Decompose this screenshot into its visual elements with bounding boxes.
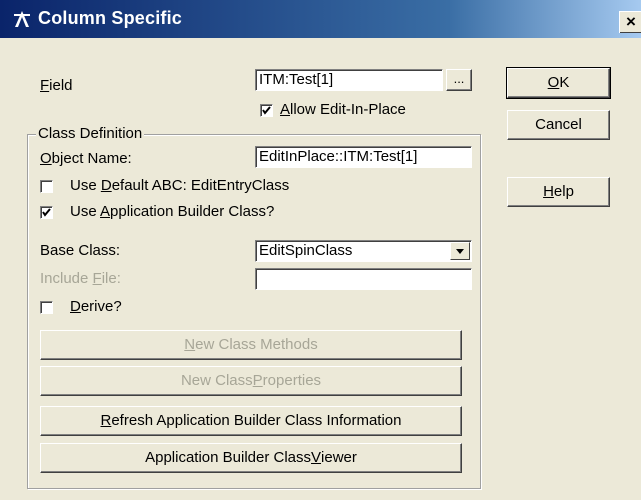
close-button[interactable]: × xyxy=(619,11,641,33)
allow-edit-checkbox[interactable] xyxy=(260,104,273,117)
derive-label: Derive? xyxy=(70,298,122,315)
field-label: Field xyxy=(40,77,73,94)
ok-button[interactable]: OK xyxy=(506,67,611,99)
class-viewer-button[interactable]: Application Builder Class Viewer xyxy=(40,443,462,473)
base-class-select[interactable]: EditSpinClass xyxy=(255,240,472,262)
use-app-builder-label: Use Application Builder Class? xyxy=(70,203,275,220)
object-name-input[interactable]: EditInPlace::ITM:Test[1] xyxy=(255,146,472,168)
include-file-label: Include File: xyxy=(40,270,121,287)
help-button[interactable]: Help xyxy=(507,177,610,207)
refresh-class-info-button[interactable]: Refresh Application Builder Class Inform… xyxy=(40,406,462,436)
class-definition-label: Class Definition xyxy=(36,125,145,142)
new-class-properties-button[interactable]: New Class Properties xyxy=(40,366,462,396)
use-app-builder-checkbox[interactable] xyxy=(40,206,53,219)
field-browse-button[interactable]: ... xyxy=(446,69,472,91)
use-default-abc-label: Use Default ABC: EditEntryClass xyxy=(70,177,290,194)
include-file-input[interactable] xyxy=(255,268,472,290)
base-class-label: Base Class: xyxy=(40,242,121,259)
window-title: Column Specific xyxy=(38,8,183,28)
new-class-methods-button[interactable]: New Class Methods xyxy=(40,330,462,360)
close-icon: × xyxy=(626,12,636,31)
object-name-label: Object Name: xyxy=(40,150,132,167)
cancel-button[interactable]: Cancel xyxy=(507,110,610,140)
app-icon xyxy=(14,11,30,27)
dropdown-arrow-icon[interactable] xyxy=(450,242,470,260)
field-input[interactable]: ITM:Test[1] xyxy=(255,69,443,91)
use-default-abc-checkbox[interactable] xyxy=(40,180,53,193)
derive-checkbox[interactable] xyxy=(40,301,53,314)
allow-edit-label: Allow Edit-In-Place xyxy=(280,101,406,118)
title-bar: Column Specific xyxy=(0,0,641,38)
